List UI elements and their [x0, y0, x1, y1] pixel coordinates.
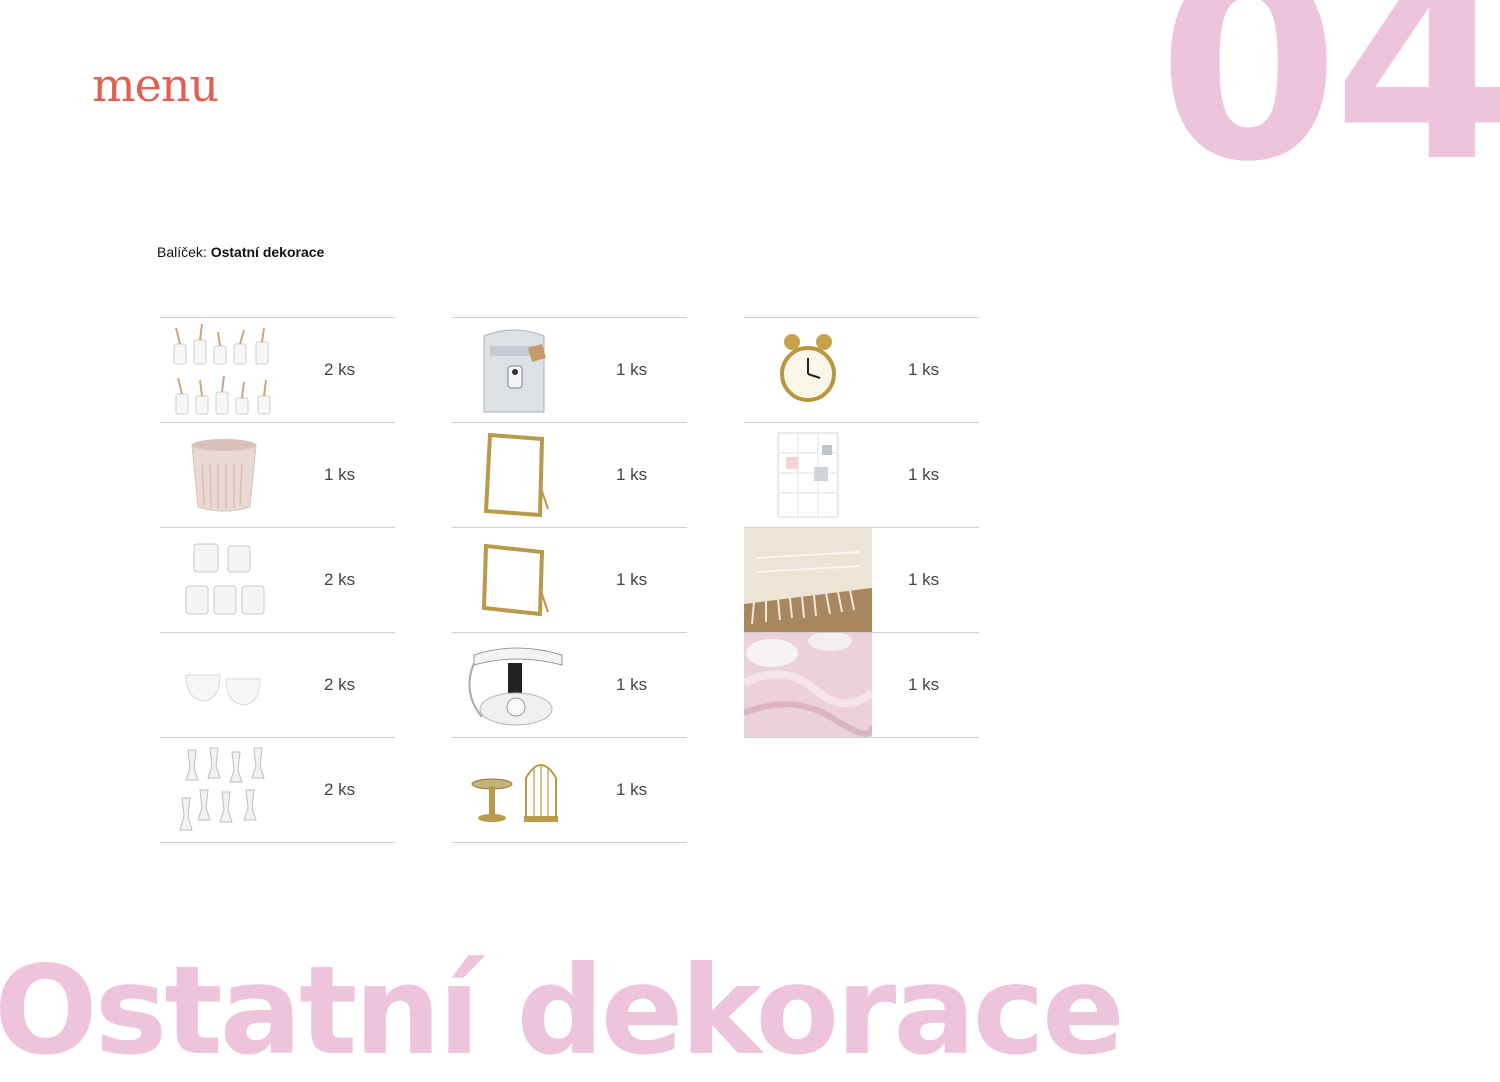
product-row: 1 ks: [744, 528, 979, 633]
product-column-2: 1 ks 1 ks 1 ks 1 ks 1 ks: [452, 317, 687, 843]
glass-candlesticks-image: [179, 747, 265, 831]
quantity-label: 1 ks: [616, 675, 648, 694]
section-title: Ostatní dekorace: [0, 940, 1125, 1082]
product-column-1: 2 ks 1 ks 2 ks 2 ks 2 ks: [160, 317, 395, 843]
quantity-label: 2 ks: [324, 780, 356, 799]
crochet-table-runner-image: [744, 528, 872, 632]
quantity-label: 1 ks: [616, 360, 648, 379]
package-line: Balíček: Ostatní dekorace: [157, 244, 324, 260]
quantity-label: 1 ks: [908, 570, 940, 589]
quantity-label: 1 ks: [616, 780, 648, 799]
product-row: 1 ks: [452, 633, 687, 738]
product-row: 2 ks: [160, 738, 395, 843]
quantity-label: 1 ks: [908, 360, 940, 379]
quantity-label: 2 ks: [324, 360, 356, 379]
gold-frame-mirror-image: [483, 432, 549, 518]
product-row: 1 ks: [452, 738, 687, 843]
product-row: 1 ks: [452, 528, 687, 633]
product-row: 2 ks: [160, 528, 395, 633]
wire-memo-board-image: [777, 432, 839, 518]
quantity-label: 1 ks: [908, 675, 940, 694]
product-row: 1 ks: [744, 423, 979, 528]
quantity-label: 1 ks: [908, 465, 940, 484]
retro-white-telephone-image: [468, 647, 563, 726]
package-label: Balíček:: [157, 244, 207, 260]
quantity-label: 1 ks: [324, 465, 356, 484]
gold-cake-stand-and-birdcage-image: [471, 764, 558, 822]
brand-logo: menu: [92, 58, 219, 112]
product-row: 1 ks: [452, 318, 687, 423]
product-column-3: 1 ks 1 ks 1 ks 1 ks: [744, 317, 979, 738]
quantity-label: 2 ks: [324, 570, 356, 589]
silver-post-box-image: [483, 329, 546, 413]
product-row: 1 ks: [160, 423, 395, 528]
product-row: 1 ks: [744, 318, 979, 423]
ribbed-pink-ceramic-pot-image: [191, 439, 257, 512]
quantity-label: 2 ks: [324, 675, 356, 694]
white-ceramic-bowls-image: [185, 674, 261, 706]
gold-frame-square-image: [481, 543, 549, 617]
glass-vases-with-dried-flowers-image: [173, 323, 271, 415]
gold-alarm-clock-image: [780, 334, 836, 402]
product-row: 2 ks: [160, 318, 395, 423]
pink-chiffon-fabric-image: [744, 633, 872, 737]
product-row: 1 ks: [744, 633, 979, 738]
quantity-label: 1 ks: [616, 570, 648, 589]
quantity-label: 1 ks: [616, 465, 648, 484]
product-row: 2 ks: [160, 633, 395, 738]
package-name: Ostatní dekorace: [210, 244, 325, 260]
page-number: 04: [1158, 0, 1500, 219]
product-row: 1 ks: [452, 423, 687, 528]
glass-votive-holders-image: [185, 543, 265, 615]
